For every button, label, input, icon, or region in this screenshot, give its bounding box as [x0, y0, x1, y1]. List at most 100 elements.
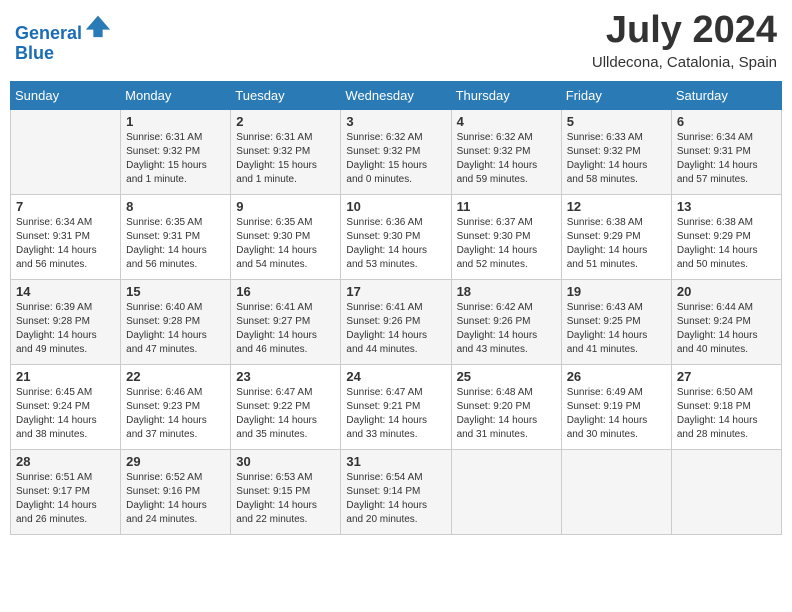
day-info: Sunrise: 6:51 AMSunset: 9:17 PMDaylight:…	[16, 471, 115, 527]
weekday-header-row: SundayMondayTuesdayWednesdayThursdayFrid…	[11, 81, 782, 109]
day-number: 17	[346, 284, 445, 299]
day-number: 24	[346, 369, 445, 384]
day-info: Sunrise: 6:31 AMSunset: 9:32 PMDaylight:…	[236, 131, 335, 187]
calendar-cell: 27Sunrise: 6:50 AMSunset: 9:18 PMDayligh…	[671, 364, 781, 449]
logo-icon	[84, 11, 112, 39]
day-info: Sunrise: 6:41 AMSunset: 9:26 PMDaylight:…	[346, 301, 445, 357]
calendar-cell: 29 Sunrise: 6:52 AMSunset: 9:16 PMDayligh…	[121, 449, 231, 534]
day-info: Sunrise: 6:47 AMSunset: 9:22 PMDaylight:…	[236, 386, 335, 442]
day-number: 15	[126, 284, 225, 299]
day-number: 13	[677, 199, 776, 214]
calendar-cell	[11, 109, 121, 194]
day-info: Sunrise: 6:31 AMSunset: 9:32 PMDaylight:…	[126, 131, 225, 187]
day-number: 2	[236, 114, 335, 129]
day-number: 7	[16, 199, 115, 214]
calendar-week-row: 28Sunrise: 6:51 AMSunset: 9:17 PMDayligh…	[11, 449, 782, 534]
calendar-week-row: 7 Sunrise: 6:34 AMSunset: 9:31 PMDaylight…	[11, 194, 782, 279]
weekday-header-saturday: Saturday	[671, 81, 781, 109]
day-info: Sunrise: 6:45 AMSunset: 9:24 PMDaylight:…	[16, 386, 115, 442]
day-info: Sunrise: 6:39 AMSunset: 9:28 PMDaylight:…	[16, 301, 115, 357]
calendar-cell: 4Sunrise: 6:32 AMSunset: 9:32 PMDaylight…	[451, 109, 561, 194]
calendar-cell: 10 Sunrise: 6:36 AMSunset: 9:30 PMDayligh…	[341, 194, 451, 279]
weekday-header-sunday: Sunday	[11, 81, 121, 109]
calendar-week-row: 21Sunrise: 6:45 AMSunset: 9:24 PMDayligh…	[11, 364, 782, 449]
calendar-cell: 3 Sunrise: 6:32 AMSunset: 9:32 PMDaylight…	[341, 109, 451, 194]
day-info: Sunrise: 6:36 AMSunset: 9:30 PMDaylight:…	[346, 216, 445, 272]
day-number: 12	[567, 199, 666, 214]
day-info: Sunrise: 6:37 AMSunset: 9:30 PMDaylight:…	[457, 216, 556, 272]
day-info: Sunrise: 6:40 AMSunset: 9:28 PMDaylight:…	[126, 301, 225, 357]
calendar-cell	[451, 449, 561, 534]
calendar-body: 1 Sunrise: 6:31 AMSunset: 9:32 PMDaylight…	[11, 109, 782, 534]
calendar-cell: 5 Sunrise: 6:33 AMSunset: 9:32 PMDaylight…	[561, 109, 671, 194]
calendar-cell: 22Sunrise: 6:46 AMSunset: 9:23 PMDayligh…	[121, 364, 231, 449]
calendar-cell: 17 Sunrise: 6:41 AMSunset: 9:26 PMDayligh…	[341, 279, 451, 364]
day-number: 23	[236, 369, 335, 384]
calendar-cell: 16 Sunrise: 6:41 AMSunset: 9:27 PMDayligh…	[231, 279, 341, 364]
day-number: 10	[346, 199, 445, 214]
day-number: 29	[126, 454, 225, 469]
day-info: Sunrise: 6:32 AMSunset: 9:32 PMDaylight:…	[457, 131, 556, 187]
day-number: 3	[346, 114, 445, 129]
day-info: Sunrise: 6:38 AMSunset: 9:29 PMDaylight:…	[677, 216, 776, 272]
day-info: Sunrise: 6:34 AMSunset: 9:31 PMDaylight:…	[16, 216, 115, 272]
calendar-header: SundayMondayTuesdayWednesdayThursdayFrid…	[11, 81, 782, 109]
location: Ulldecona, Catalonia, Spain	[592, 54, 777, 71]
calendar-cell: 2 Sunrise: 6:31 AMSunset: 9:32 PMDaylight…	[231, 109, 341, 194]
calendar-table: SundayMondayTuesdayWednesdayThursdayFrid…	[10, 81, 782, 535]
day-info: Sunrise: 6:41 AMSunset: 9:27 PMDaylight:…	[236, 301, 335, 357]
day-info: Sunrise: 6:32 AMSunset: 9:32 PMDaylight:…	[346, 131, 445, 187]
day-number: 20	[677, 284, 776, 299]
day-number: 5	[567, 114, 666, 129]
day-info: Sunrise: 6:44 AMSunset: 9:24 PMDaylight:…	[677, 301, 776, 357]
day-info: Sunrise: 6:52 AMSunset: 9:16 PMDaylight:…	[126, 471, 225, 527]
calendar-cell: 30 Sunrise: 6:53 AMSunset: 9:15 PMDayligh…	[231, 449, 341, 534]
calendar-cell: 8Sunrise: 6:35 AMSunset: 9:31 PMDaylight…	[121, 194, 231, 279]
day-number: 1	[126, 114, 225, 129]
day-info: Sunrise: 6:47 AMSunset: 9:21 PMDaylight:…	[346, 386, 445, 442]
day-info: Sunrise: 6:48 AMSunset: 9:20 PMDaylight:…	[457, 386, 556, 442]
day-info: Sunrise: 6:34 AMSunset: 9:31 PMDaylight:…	[677, 131, 776, 187]
calendar-cell: 13 Sunrise: 6:38 AMSunset: 9:29 PMDayligh…	[671, 194, 781, 279]
calendar-cell: 6 Sunrise: 6:34 AMSunset: 9:31 PMDaylight…	[671, 109, 781, 194]
calendar-cell: 25 Sunrise: 6:48 AMSunset: 9:20 PMDayligh…	[451, 364, 561, 449]
day-number: 26	[567, 369, 666, 384]
weekday-header-wednesday: Wednesday	[341, 81, 451, 109]
month-title: July 2024	[592, 10, 777, 52]
day-number: 18	[457, 284, 556, 299]
calendar-cell: 19 Sunrise: 6:43 AMSunset: 9:25 PMDayligh…	[561, 279, 671, 364]
calendar-cell: 1 Sunrise: 6:31 AMSunset: 9:32 PMDaylight…	[121, 109, 231, 194]
day-number: 19	[567, 284, 666, 299]
calendar-cell: 23 Sunrise: 6:47 AMSunset: 9:22 PMDayligh…	[231, 364, 341, 449]
day-number: 22	[126, 369, 225, 384]
day-info: Sunrise: 6:54 AMSunset: 9:14 PMDaylight:…	[346, 471, 445, 527]
weekday-header-monday: Monday	[121, 81, 231, 109]
calendar-cell: 14 Sunrise: 6:39 AMSunset: 9:28 PMDayligh…	[11, 279, 121, 364]
day-number: 31	[346, 454, 445, 469]
page-header: General Blue July 2024 Ulldecona, Catalo…	[10, 10, 782, 71]
calendar-cell: 26Sunrise: 6:49 AMSunset: 9:19 PMDayligh…	[561, 364, 671, 449]
day-info: Sunrise: 6:43 AMSunset: 9:25 PMDaylight:…	[567, 301, 666, 357]
day-info: Sunrise: 6:53 AMSunset: 9:15 PMDaylight:…	[236, 471, 335, 527]
calendar-cell: 20 Sunrise: 6:44 AMSunset: 9:24 PMDayligh…	[671, 279, 781, 364]
day-number: 30	[236, 454, 335, 469]
calendar-cell: 18Sunrise: 6:42 AMSunset: 9:26 PMDayligh…	[451, 279, 561, 364]
logo: General Blue	[15, 15, 112, 64]
calendar-cell	[671, 449, 781, 534]
day-number: 25	[457, 369, 556, 384]
calendar-cell: 12 Sunrise: 6:38 AMSunset: 9:29 PMDayligh…	[561, 194, 671, 279]
calendar-cell: 21Sunrise: 6:45 AMSunset: 9:24 PMDayligh…	[11, 364, 121, 449]
day-number: 16	[236, 284, 335, 299]
day-number: 6	[677, 114, 776, 129]
day-info: Sunrise: 6:38 AMSunset: 9:29 PMDaylight:…	[567, 216, 666, 272]
calendar-cell: 24 Sunrise: 6:47 AMSunset: 9:21 PMDayligh…	[341, 364, 451, 449]
day-number: 14	[16, 284, 115, 299]
day-number: 8	[126, 199, 225, 214]
calendar-week-row: 1 Sunrise: 6:31 AMSunset: 9:32 PMDaylight…	[11, 109, 782, 194]
day-number: 11	[457, 199, 556, 214]
calendar-cell: 11 Sunrise: 6:37 AMSunset: 9:30 PMDayligh…	[451, 194, 561, 279]
calendar-cell: 15 Sunrise: 6:40 AMSunset: 9:28 PMDayligh…	[121, 279, 231, 364]
calendar-cell	[561, 449, 671, 534]
day-info: Sunrise: 6:33 AMSunset: 9:32 PMDaylight:…	[567, 131, 666, 187]
calendar-cell: 28Sunrise: 6:51 AMSunset: 9:17 PMDayligh…	[11, 449, 121, 534]
